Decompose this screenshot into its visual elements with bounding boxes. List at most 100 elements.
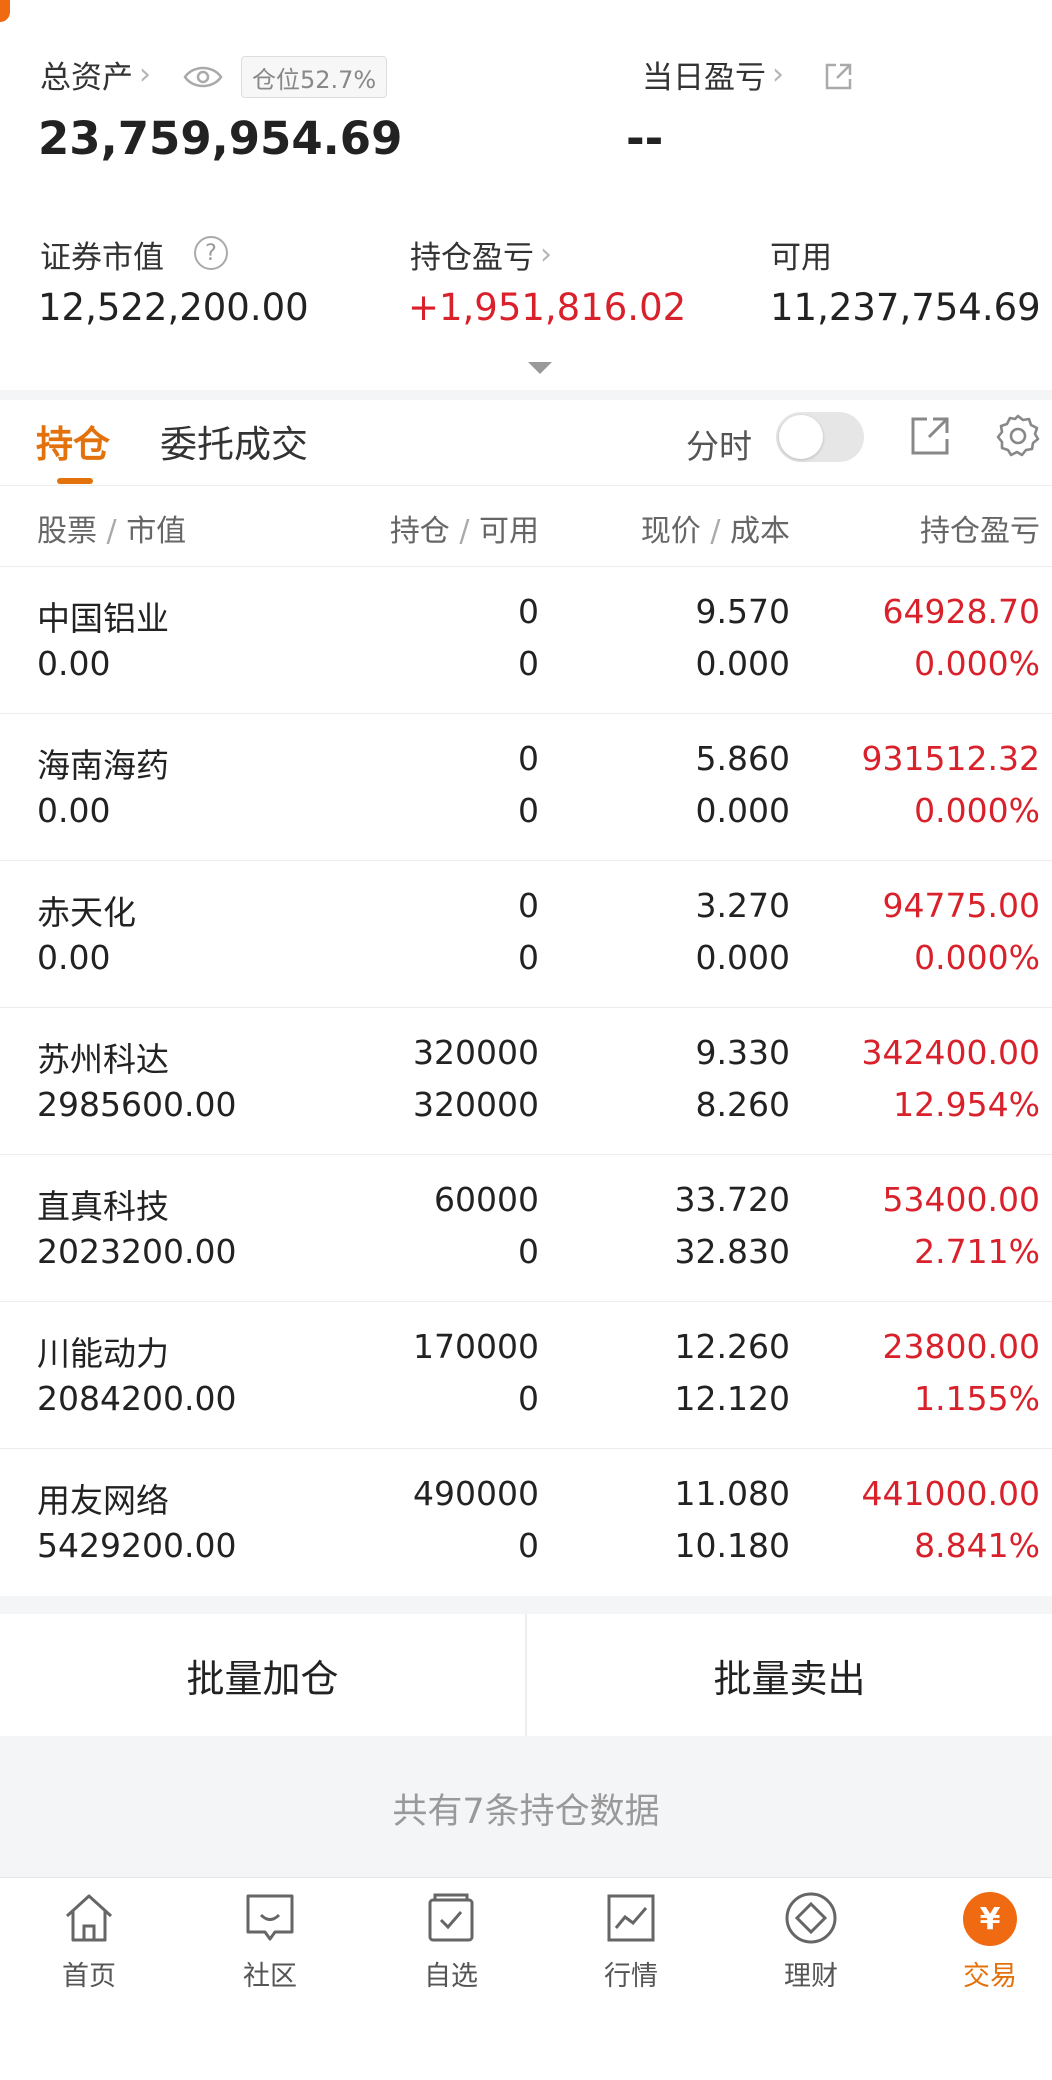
tab-orders[interactable]: 委托成交 [160, 414, 308, 468]
pl-cell: 64928.70 [882, 592, 1040, 631]
pl-cell: 53400.00 [882, 1180, 1040, 1219]
price-cell: 12.260 [674, 1327, 790, 1366]
corner-accent [0, 0, 10, 22]
nav-label: 自选 [424, 1961, 478, 1992]
daily-pl-label: 当日盈亏 [642, 60, 766, 96]
batch-sell-button[interactable]: 批量卖出 [527, 1614, 1052, 1736]
header-price: 现价 [640, 514, 701, 549]
position-cell: 490000 [413, 1474, 539, 1513]
timeshare-label: 分时 [686, 427, 752, 466]
table-row[interactable]: 赤天化 0.00 0 0 3.270 0.000 94775.00 0.000% [0, 860, 1052, 1007]
chevron-right-icon: › [772, 57, 784, 92]
header-pl: 持仓盈亏 [920, 514, 1040, 549]
home-icon [65, 1894, 113, 1942]
market-value-cell: 0.00 [37, 644, 111, 683]
nav-wealth[interactable]: 理财 [751, 1890, 871, 1993]
market-value-cell: 2985600.00 [37, 1085, 237, 1124]
position-cell: 0 [518, 886, 539, 925]
toggle-knob [779, 415, 823, 459]
table-row[interactable]: 海南海药 0.00 0 0 5.860 0.000 931512.32 0.000% [0, 713, 1052, 860]
pl-percent-cell: 0.000% [914, 938, 1040, 977]
available-cell: 0 [518, 1232, 539, 1271]
tab-holdings[interactable]: 持仓 [36, 414, 110, 468]
share-icon[interactable] [908, 414, 952, 458]
external-link-icon[interactable] [822, 61, 854, 93]
market-value-cell: 2023200.00 [37, 1232, 237, 1271]
available-cell: 0 [518, 938, 539, 977]
header-stock-mv: 股票 / 市值 [37, 514, 187, 549]
market-value-cell: 0.00 [37, 791, 111, 830]
position-cell: 0 [518, 592, 539, 631]
cost-cell: 8.260 [695, 1085, 790, 1124]
nav-watchlist[interactable]: 自选 [391, 1890, 511, 1993]
cost-cell: 10.180 [674, 1526, 790, 1565]
pl-cell: 342400.00 [861, 1033, 1040, 1072]
table-row[interactable]: 苏州科达 2985600.00 320000 320000 9.330 8.260 3424… [0, 1007, 1052, 1154]
table-header: 股票 / 市值 持仓 / 可用 现价 / 成本 持仓盈亏 [0, 486, 1052, 566]
pl-percent-cell: 8.841% [914, 1526, 1040, 1565]
stock-name: 川能动力 [37, 1334, 169, 1373]
account-summary: 总资产 › 仓位52.7% 23,759,954.69 当日盈亏 › -- 证券… [0, 0, 1052, 390]
price-cell: 3.270 [695, 886, 790, 925]
eye-icon[interactable] [183, 62, 223, 92]
total-assets-label: 总资产 [40, 60, 133, 96]
available-cell: 0 [518, 644, 539, 683]
price-cell: 9.570 [695, 592, 790, 631]
daily-pl-link[interactable]: 当日盈亏 › [642, 52, 784, 97]
stock-name: 中国铝业 [37, 599, 169, 638]
market-value-cell: 2084200.00 [37, 1379, 237, 1418]
pl-cell: 931512.32 [861, 739, 1040, 778]
cost-cell: 32.830 [674, 1232, 790, 1271]
table-row[interactable]: 用友网络 5429200.00 490000 0 11.080 10.180 441000.… [0, 1448, 1052, 1595]
batch-actions: 批量加仓 批量卖出 [0, 1614, 1052, 1736]
position-cell: 0 [518, 739, 539, 778]
price-cell: 9.330 [695, 1033, 790, 1072]
position-cell: 170000 [413, 1327, 539, 1366]
holding-pl-link[interactable]: 持仓盈亏 › [410, 232, 552, 277]
pl-percent-cell: 0.000% [914, 791, 1040, 830]
nav-home[interactable]: 首页 [29, 1890, 149, 1993]
pl-percent-cell: 2.711% [914, 1232, 1040, 1271]
chevron-right-icon: › [139, 57, 151, 92]
pl-cell: 441000.00 [861, 1474, 1040, 1513]
table-row[interactable]: 中国铝业 0.00 0 0 9.570 0.000 64928.70 0.000% [0, 566, 1052, 713]
help-icon[interactable]: ? [194, 236, 228, 270]
chart-icon [607, 1894, 655, 1942]
market-value-label: 证券市值 [40, 240, 164, 276]
tab-active-indicator [57, 478, 93, 484]
holding-pl-value: +1,951,816.02 [408, 286, 687, 329]
timeshare-toggle[interactable] [776, 412, 864, 462]
stock-name: 赤天化 [37, 893, 136, 932]
available-cell: 0 [518, 1379, 539, 1418]
batch-add-button[interactable]: 批量加仓 [0, 1614, 525, 1736]
nav-trade[interactable]: ¥ 交易 [930, 1890, 1050, 1993]
header-stock: 股票 [37, 514, 97, 549]
nav-community[interactable]: 社区 [210, 1890, 330, 1993]
total-assets-link[interactable]: 总资产 › [40, 52, 151, 97]
table-row[interactable]: 川能动力 2084200.00 170000 0 12.260 12.120 23800.0… [0, 1301, 1052, 1448]
pl-cell: 23800.00 [882, 1327, 1040, 1366]
available-cell: 0 [518, 1526, 539, 1565]
header-market-value: 市值 [126, 514, 187, 549]
bottom-nav: 首页 社区 自选 行情 理财 ¥ 交易 [0, 1877, 1052, 2080]
header-position-available: 持仓 / 可用 [389, 514, 539, 549]
expand-caret-icon[interactable] [528, 362, 552, 374]
available-label: 可用 [770, 240, 832, 276]
nav-label: 社区 [243, 1961, 297, 1992]
cost-cell: 12.120 [674, 1379, 790, 1418]
pl-percent-cell: 0.000% [914, 644, 1040, 683]
nav-market[interactable]: 行情 [571, 1890, 691, 1993]
total-assets-value: 23,759,954.69 [38, 112, 403, 165]
header-cost: 成本 [730, 514, 790, 549]
price-cell: 33.720 [674, 1180, 790, 1219]
gear-icon[interactable] [994, 412, 1042, 460]
holding-pl-label: 持仓盈亏 [410, 240, 534, 276]
position-cell: 60000 [434, 1180, 539, 1219]
holdings-table: 股票 / 市值 持仓 / 可用 现价 / 成本 持仓盈亏 中国铝业 0.00 0 0 9… [0, 486, 1052, 1596]
chat-icon [246, 1894, 294, 1941]
diamond-icon [785, 1892, 837, 1944]
market-value: 12,522,200.00 [38, 286, 309, 329]
pl-percent-cell: 12.954% [893, 1085, 1040, 1124]
table-row[interactable]: 直真科技 2023200.00 60000 0 33.720 32.830 53400.00… [0, 1154, 1052, 1301]
cost-cell: 0.000 [695, 644, 790, 683]
